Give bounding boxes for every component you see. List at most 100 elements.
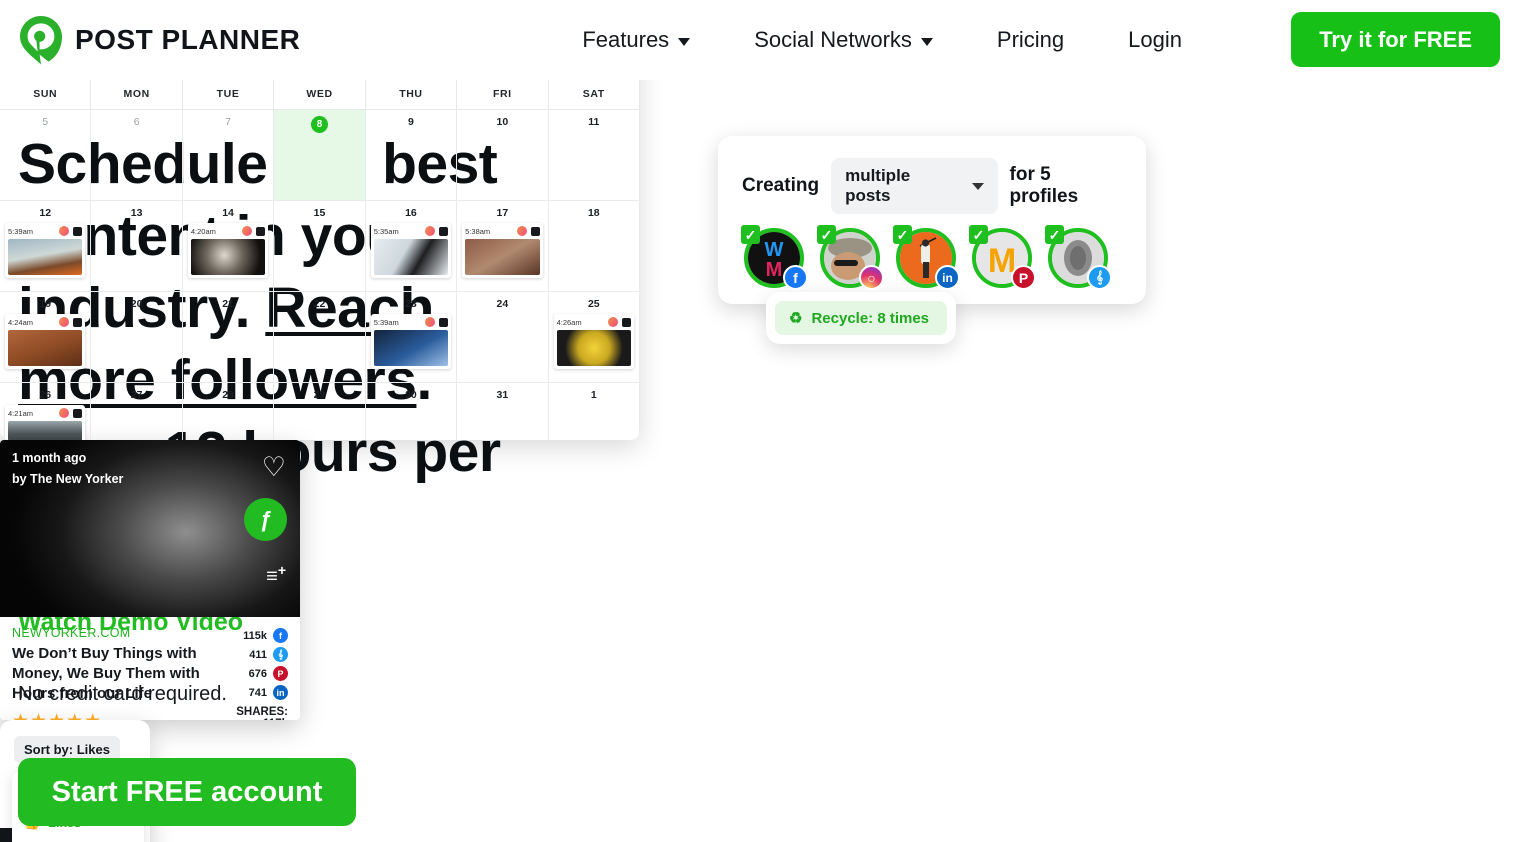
calendar-post-item[interactable]: 5:39am (5, 223, 86, 278)
day-number: 18 (587, 207, 600, 219)
calendar-day-cell[interactable]: 20 (91, 292, 183, 383)
calendar-day-cell[interactable]: 18 (548, 201, 640, 292)
calendar-day-cell[interactable]: 24 (457, 292, 549, 383)
recycle-badge-inner: ♻ Recycle: 8 times (775, 301, 947, 335)
weekday-sun: SUN (0, 79, 92, 110)
day-number: 26 (39, 389, 52, 401)
post-thumbnail (8, 330, 83, 366)
calendar-post-item[interactable]: 4:24am (5, 314, 86, 369)
account-avatar-icon (425, 317, 436, 327)
calendar-day-cell[interactable]: 19 4:24am (0, 292, 92, 383)
top-navbar: POST PLANNER Features Social Networks Pr… (0, 0, 1518, 80)
weekday-thu: THU (365, 79, 458, 110)
check-icon: ✓ (893, 225, 912, 244)
nav-item-features[interactable]: Features (550, 27, 722, 53)
calendar-day-cell[interactable]: 31 (457, 383, 549, 440)
calendar-day-cell[interactable]: 22 (274, 292, 366, 383)
facebook-icon: f (783, 265, 808, 290)
start-free-account-button[interactable]: Start FREE account (18, 758, 356, 826)
calendar-post-item[interactable]: 4:20am (187, 223, 269, 278)
profile-avatar-linkedin[interactable]: ✓ in (893, 225, 960, 290)
calendar-day-cell[interactable]: 11 (548, 110, 640, 201)
post-meta: 5:39am (8, 226, 83, 236)
calendar-day-cell[interactable]: 6 (91, 110, 183, 201)
heart-outline-icon[interactable]: ♡ (262, 454, 286, 481)
day-number: 8 (310, 116, 328, 133)
post-thumbnail (373, 330, 449, 366)
calendar-day-cell[interactable]: 16 5:35am (365, 201, 458, 292)
calendar-weekday-header: SUN MON TUE WED THU FRI SAT (0, 79, 640, 110)
calendar-day-cell[interactable]: 14 4:20am (182, 201, 275, 292)
nav-item-social-networks[interactable]: Social Networks (722, 27, 965, 53)
calendar-day-cell[interactable]: 29 (274, 383, 366, 440)
calendar-day-cell[interactable]: 13 (91, 201, 183, 292)
no-credit-card-note: No credit card required. (18, 683, 227, 705)
landing-page: POST PLANNER Features Social Networks Pr… (0, 0, 1518, 842)
post-time: 5:39am (8, 226, 34, 236)
day-number: 21 (222, 298, 234, 310)
post-meta: 5:38am (465, 226, 540, 236)
calendar-day-cell[interactable]: 10 (457, 110, 549, 201)
post-thumbnail (465, 239, 540, 275)
post-time: 5:35am (373, 226, 399, 236)
day-number: 22 (313, 298, 326, 310)
calendar-day-cell[interactable]: 21 (182, 292, 275, 383)
check-icon: ✓ (1045, 225, 1064, 244)
weekday-fri: FRI (457, 79, 549, 110)
calendar-post-item[interactable]: 4:26am (553, 314, 634, 369)
calendar-day-cell[interactable]: 5 (0, 110, 92, 201)
calendar-post-item[interactable]: 5:35am (370, 223, 452, 278)
calendar-post-item[interactable]: 5:39am (370, 314, 452, 369)
day-number: 23 (405, 298, 417, 310)
day-number: 1 (590, 389, 597, 401)
profile-avatar-instagram[interactable]: ✓ ○ (817, 225, 884, 290)
post-thumbnail (8, 421, 83, 440)
profile-avatar-facebook[interactable]: ✓ WM f (741, 225, 808, 290)
calendar-day-cell[interactable]: 17 5:38am (457, 201, 549, 292)
day-number: 9 (408, 116, 414, 128)
add-to-list-icon[interactable]: ≡+ (266, 562, 286, 589)
calendar-day-cell[interactable]: 7 (182, 110, 275, 201)
chevron-down-icon (920, 38, 933, 46)
nav-item-pricing[interactable]: Pricing (965, 27, 1096, 53)
twitter-icon: 𝄞 (1087, 265, 1112, 290)
calendar-day-cell[interactable]: 23 5:39am (365, 292, 458, 383)
calendar-day-cell[interactable]: 30 (366, 383, 458, 440)
calendar-post-item[interactable]: 4:21am (5, 405, 86, 440)
day-number: 11 (588, 116, 600, 128)
calendar-week-row: 5 6 7 8 9 10 11 (0, 110, 640, 201)
nav-item-login[interactable]: Login (1096, 27, 1214, 53)
try-it-for-free-button[interactable]: Try it for FREE (1291, 12, 1500, 67)
recycle-icon: ♻ (789, 310, 803, 327)
calendar-week-row: 12 5:39am 13 14 4:20am 15 16 5:35am 17 5… (0, 201, 640, 292)
calendar-day-cell[interactable]: 27 (91, 383, 183, 440)
recycle-badge: ♻ Recycle: 8 times (766, 292, 956, 344)
media-type-icon (530, 226, 540, 236)
calendar-day-cell[interactable]: 1 (549, 383, 640, 440)
profile-avatar-pinterest[interactable]: ✓ M P (969, 225, 1036, 290)
svg-text:W: W (765, 239, 784, 261)
day-number: 17 (496, 207, 509, 219)
calendar-day-cell[interactable]: 9 (365, 110, 458, 201)
calendar-day-cell-today[interactable]: 8 (274, 110, 366, 201)
weekday-wed: WED (274, 79, 366, 110)
account-avatar-icon (608, 317, 618, 327)
calendar-day-cell[interactable]: 25 4:26am (548, 292, 640, 383)
sort-item-comments[interactable]: ▢ Comments (12, 837, 144, 842)
post-meta: 4:26am (557, 317, 631, 327)
calendar-post-item[interactable]: 5:38am (462, 223, 543, 278)
calendar-day-cell[interactable]: 28 (183, 383, 275, 440)
feather-icon[interactable]: ƒ (244, 498, 287, 541)
calendar-day-cell[interactable]: 12 5:39am (0, 201, 92, 292)
day-number: 25 (587, 298, 600, 310)
day-number: 6 (133, 116, 140, 128)
media-type-icon (622, 317, 631, 327)
media-type-icon (73, 408, 83, 418)
calendar-day-cell[interactable]: 15 (274, 201, 366, 292)
post-type-select[interactable]: multiple posts (831, 158, 998, 214)
brand-logo[interactable]: POST PLANNER (18, 14, 300, 66)
profile-avatar-twitter[interactable]: ✓ 𝄞 (1045, 225, 1112, 290)
calendar-day-cell[interactable]: 26 4:21am (0, 383, 92, 440)
day-number: 15 (313, 207, 326, 219)
page-bottom-strip (0, 828, 12, 842)
